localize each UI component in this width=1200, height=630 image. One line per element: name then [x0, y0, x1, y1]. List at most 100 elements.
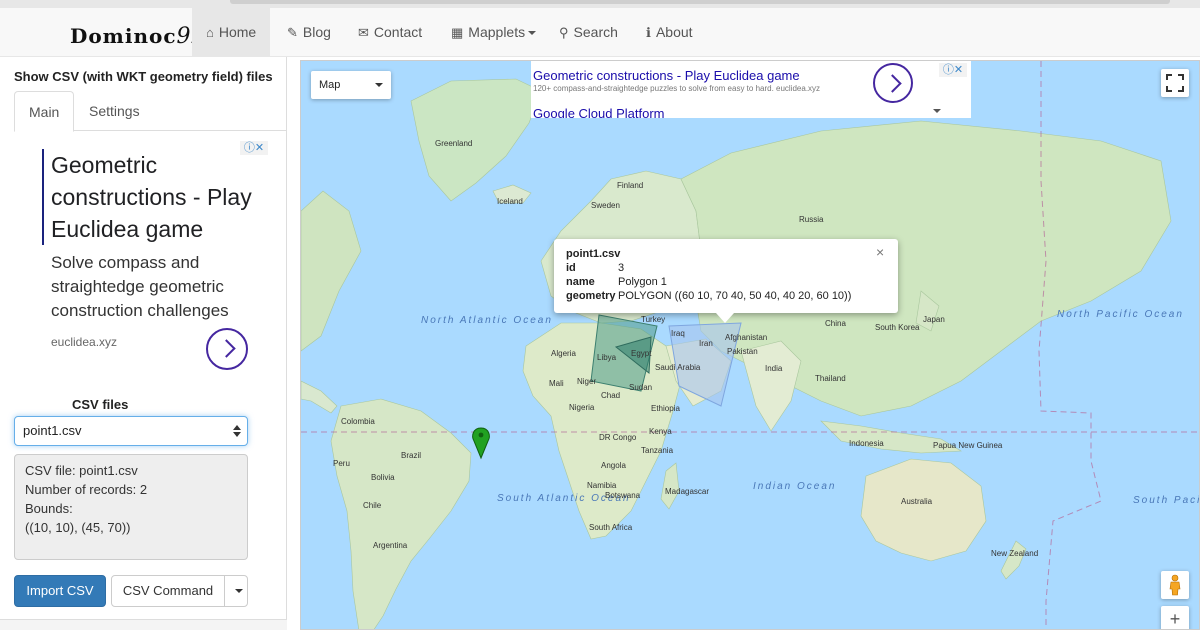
label-egypt: Egypt: [631, 349, 652, 358]
label-kenya: Kenya: [649, 427, 672, 436]
map-banner-ad[interactable]: Geometric constructions - Play Euclidea …: [531, 61, 971, 118]
nav-contact-label: Contact: [373, 24, 423, 40]
label-libya: Libya: [597, 353, 617, 362]
indian-ocean-label: Indian Ocean: [753, 481, 837, 492]
label-australia: Australia: [901, 497, 933, 506]
popup-row-name: name Polygon 1: [566, 275, 667, 289]
north-atlantic-ocean-label: North Atlantic Ocean: [421, 315, 553, 326]
label-south-korea: South Korea: [875, 323, 920, 332]
new-zealand-landmass: [1000, 540, 1027, 580]
brand-text: Dominoc: [70, 24, 177, 48]
nav-search[interactable]: ⚲ Search: [545, 8, 632, 57]
nav-about[interactable]: ℹ About: [632, 8, 707, 57]
browser-top-strip: [0, 0, 1200, 8]
nav-contact[interactable]: ✉ Contact: [344, 8, 436, 57]
csv-info-textarea[interactable]: CSV file: point1.csv Number of records: …: [14, 454, 248, 560]
nav-mapplets[interactable]: ▦ Mapplets: [437, 8, 550, 57]
label-dr-congo: DR Congo: [599, 433, 637, 442]
label-niger: Niger: [577, 377, 597, 386]
popup-value: Polygon 1: [618, 276, 667, 288]
ad-description: Solve compass and straightedge geometric…: [51, 253, 229, 320]
sidebar-ad[interactable]: ⓘ✕ Geometric constructions - Play Euclid…: [14, 139, 272, 389]
label-chile: Chile: [363, 501, 382, 510]
chevron-down-icon: [375, 83, 383, 87]
map-marker-icon: [472, 427, 490, 460]
label-iceland: Iceland: [497, 197, 523, 206]
csv-info-bounds-label: Bounds:: [25, 501, 73, 516]
pegman-icon[interactable]: [1161, 571, 1189, 599]
fullscreen-icon[interactable]: [1161, 69, 1189, 97]
north-america-landmass: [301, 190, 362, 352]
csv-info-file: CSV file: point1.csv: [25, 463, 138, 478]
label-greenland: Greenland: [435, 139, 473, 148]
chevron-down-icon: [528, 31, 537, 36]
label-finland: Finland: [617, 181, 644, 190]
greenland-landmass: [410, 78, 542, 202]
label-japan: Japan: [923, 315, 945, 324]
map-ad-description: 120+ compass-and-straightedge puzzles to…: [533, 84, 820, 93]
csv-info-bounds: ((10, 10), (45, 70)): [25, 520, 131, 535]
sidebar: Show CSV (with WKT geometry field) files…: [0, 57, 287, 630]
label-algeria: Algeria: [551, 349, 576, 358]
label-afghanistan: Afghanistan: [725, 333, 768, 342]
label-chad: Chad: [601, 391, 621, 400]
ad-domain[interactable]: euclidea.xyz: [51, 335, 117, 349]
import-csv-button[interactable]: Import CSV: [14, 575, 106, 607]
popup-key: id: [566, 262, 576, 274]
map-ad-domain[interactable]: euclidea.xyz: [776, 84, 820, 93]
zoom-in-button[interactable]: +: [1161, 606, 1189, 629]
label-nigeria: Nigeria: [569, 403, 595, 412]
browser-scrollbar[interactable]: [230, 0, 1170, 4]
map-ad-next-title[interactable]: Google Cloud Platform: [533, 106, 665, 118]
map-ad-choices-icon[interactable]: ⓘ✕: [939, 63, 967, 77]
label-russia: Russia: [799, 215, 824, 224]
label-new-zealand: New Zealand: [991, 549, 1039, 558]
popup-key: name: [566, 276, 595, 288]
label-tanzania: Tanzania: [641, 446, 674, 455]
popup-title: point1.csv: [566, 248, 621, 260]
csv-info-records: Number of records: 2: [25, 482, 148, 497]
map-ad-arrow-icon[interactable]: [873, 63, 913, 103]
label-china: China: [825, 319, 846, 328]
nav-blog[interactable]: ✎ Blog: [273, 8, 345, 57]
label-argentina: Argentina: [373, 541, 408, 550]
home-icon: ⌂: [206, 25, 214, 40]
nav-home-label: Home: [218, 24, 257, 40]
envelope-icon: ✉: [358, 25, 369, 40]
label-iraq: Iraq: [671, 329, 685, 338]
sidebar-footer-strip: [0, 619, 287, 630]
map-canvas[interactable]: North Atlantic Ocean South Atlantic Ocea…: [300, 60, 1200, 630]
label-south-africa: South Africa: [589, 523, 633, 532]
pencil-icon: ✎: [287, 25, 298, 40]
ad-open-arrow-icon[interactable]: [206, 328, 248, 370]
tab-main[interactable]: Main: [14, 91, 75, 132]
label-papua-new-guinea: Papua New Guinea: [933, 441, 1003, 450]
ad-headline[interactable]: Geometric constructions - Play Euclidea …: [51, 149, 271, 245]
nav-search-label: Search: [573, 24, 618, 40]
csv-files-label: CSV files: [72, 397, 129, 412]
grid-icon: ▦: [451, 25, 464, 40]
csv-command-button[interactable]: CSV Command: [111, 575, 225, 607]
label-thailand: Thailand: [815, 374, 846, 383]
csv-command-dropdown-toggle[interactable]: [224, 575, 248, 607]
csv-file-select[interactable]: point1.csv: [14, 416, 248, 446]
label-india: India: [765, 364, 783, 373]
map-ad-caret-icon[interactable]: [933, 109, 941, 113]
label-saudi-arabia: Saudi Arabia: [655, 363, 701, 372]
popup-row-id: id 3: [566, 261, 624, 275]
tab-settings[interactable]: Settings: [75, 91, 154, 132]
map-type-select[interactable]: Map: [311, 71, 391, 99]
popup-row-geometry: geometry POLYGON ((60 10, 70 40, 50 40, 4…: [566, 289, 851, 303]
central-america-landmass: [301, 380, 338, 414]
search-icon: ⚲: [559, 25, 569, 40]
label-iran: Iran: [699, 339, 713, 348]
close-icon[interactable]: ×: [876, 245, 884, 259]
label-colombia: Colombia: [341, 417, 375, 426]
select-updown-icon: [233, 425, 241, 437]
map-type-value: Map: [319, 79, 341, 91]
label-ethiopia: Ethiopia: [651, 404, 680, 413]
nav-home[interactable]: ⌂ Home: [192, 8, 271, 57]
map-ad-title[interactable]: Geometric constructions - Play Euclidea …: [533, 68, 800, 83]
sidebar-title: Show CSV (with WKT geometry field) files: [14, 69, 273, 84]
nav-blog-label: Blog: [302, 24, 331, 40]
